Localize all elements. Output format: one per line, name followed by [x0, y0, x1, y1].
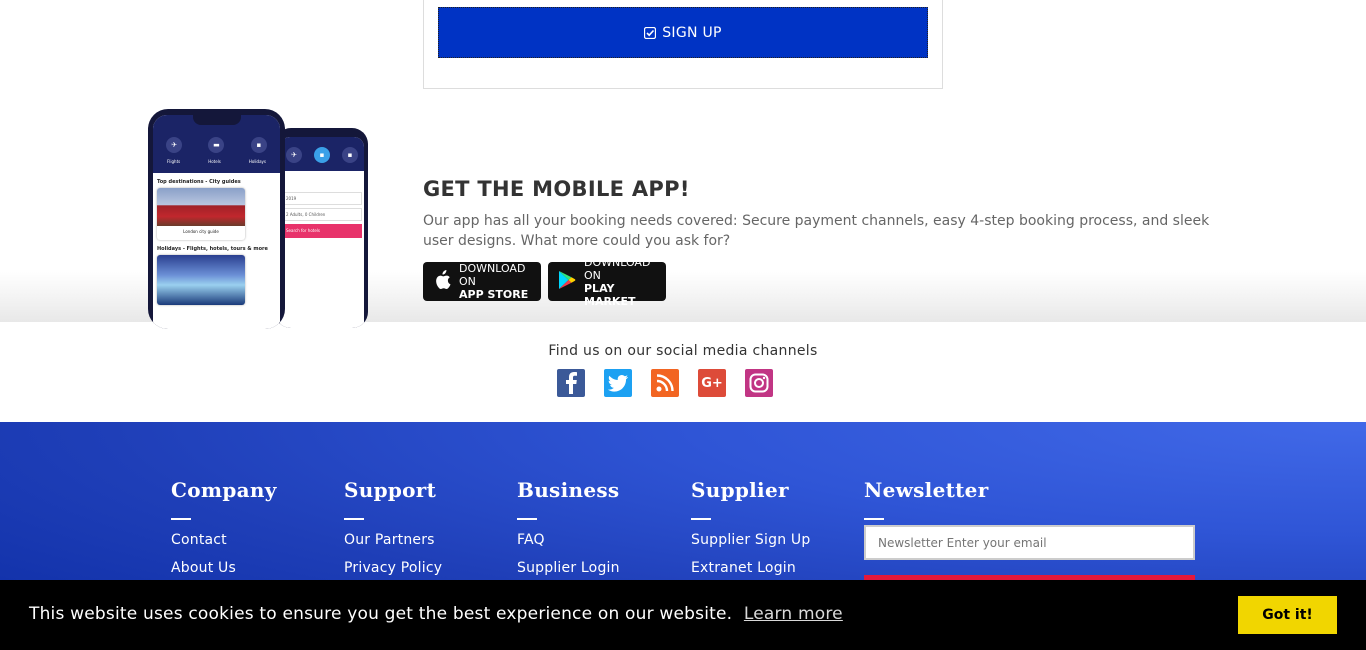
page: SIGN UP ✈ ▪ ▪ 2019 2 Adults, 0 Children … — [0, 0, 1366, 650]
footer-heading-newsletter: Newsletter — [864, 478, 989, 502]
app-store-button[interactable]: DOWNLOAD ON APP STORE — [423, 262, 541, 301]
footer-link-supplier-sign-up[interactable]: Supplier Sign Up — [691, 532, 861, 548]
phone-front-tab-labels: Flights Hotels Holidays — [153, 159, 280, 164]
cookie-accept-button[interactable]: Got it! — [1238, 596, 1337, 634]
phone-front-icons: ✈ ▬ ▪ — [153, 137, 280, 153]
phone-section-city-guides: Top destinations - City guides — [157, 179, 241, 185]
suitcase-icon: ▪ — [342, 147, 358, 163]
footer-column-business: Business FAQ Supplier Login — [517, 478, 687, 588]
plane-icon: ✈ — [286, 147, 302, 163]
footer-link-about-us[interactable]: About Us — [171, 560, 341, 576]
cookie-message: This website uses cookies to ensure you … — [29, 604, 733, 624]
phone-card-caption: London city guide — [183, 229, 219, 234]
checkbox-icon — [644, 26, 657, 39]
phone-back-icons: ✈ ▪ ▪ — [280, 147, 364, 163]
footer-divider — [344, 518, 364, 520]
footer-divider — [691, 518, 711, 520]
phone-tab-holidays: Holidays — [248, 159, 266, 164]
cookie-message-wrap: This website uses cookies to ensure you … — [29, 604, 843, 624]
footer-link-extranet-login[interactable]: Extranet Login — [691, 560, 861, 576]
footer-heading-support: Support — [344, 478, 437, 502]
play-market-small-label: DOWNLOAD ON — [584, 255, 651, 282]
phone-card-london: London city guide — [157, 188, 245, 240]
footer-heading-supplier: Supplier — [691, 478, 789, 502]
play-market-button[interactable]: DOWNLOAD ON PLAY MARKET — [548, 256, 666, 308]
instagram-icon[interactable] — [745, 369, 773, 397]
phone-card-city — [157, 255, 245, 305]
suitcase-icon: ▪ — [250, 137, 267, 153]
cookie-learn-more-link[interactable]: Learn more — [744, 604, 843, 624]
footer-link-contact[interactable]: Contact — [171, 532, 341, 548]
footer-column-newsletter: Newsletter — [864, 478, 1195, 532]
footer-heading-company: Company — [171, 478, 277, 502]
phone-front-header: ✈ ▬ ▪ Flights Hotels Holidays — [153, 115, 280, 173]
phone-back-row-guests: 2 Adults, 0 Children — [282, 208, 362, 221]
london-image — [157, 188, 245, 226]
footer-column-supplier: Supplier Supplier Sign Up Extranet Login — [691, 478, 861, 588]
social-label: Find us on our social media channels — [548, 343, 818, 359]
city-skyline-image — [157, 255, 245, 305]
phone-back-row-dates: 2019 — [282, 192, 362, 205]
social-icons: G+ — [557, 369, 773, 397]
footer-link-our-partners[interactable]: Our Partners — [344, 532, 514, 548]
rss-icon[interactable] — [651, 369, 679, 397]
phone-tab-flights: Flights — [166, 159, 181, 164]
google-play-icon — [558, 270, 576, 294]
hotel-icon: ▪ — [314, 147, 330, 163]
footer-divider — [171, 518, 191, 520]
mobile-app-description: Our app has all your booking needs cover… — [423, 213, 1210, 249]
play-market-big-label: PLAY MARKET — [584, 281, 636, 308]
footer-link-supplier-login[interactable]: Supplier Login — [517, 560, 687, 576]
phone-back-search: Search for hotels — [282, 224, 362, 238]
sign-up-button[interactable]: SIGN UP — [438, 7, 928, 58]
sign-up-label: SIGN UP — [662, 24, 722, 41]
footer-column-company: Company Contact About Us — [171, 478, 341, 588]
app-store-big-label: APP STORE — [459, 288, 529, 301]
phone-section-holidays: Holidays - Flights, hotels, tours & more — [157, 246, 268, 252]
facebook-icon[interactable] — [557, 369, 585, 397]
footer-divider — [517, 518, 537, 520]
footer-divider — [864, 518, 884, 520]
phone-back-screen: ✈ ▪ ▪ 2019 2 Adults, 0 Children Search f… — [280, 137, 364, 328]
footer-heading-business: Business — [517, 478, 620, 502]
footer-link-faq[interactable]: FAQ — [517, 532, 687, 548]
mobile-app-title: GET THE MOBILE APP! — [423, 177, 690, 201]
phone-back-header: ✈ ▪ ▪ — [280, 137, 364, 171]
bed-icon: ▬ — [208, 137, 225, 153]
plane-icon: ✈ — [166, 137, 183, 153]
phone-mockup-front: ✈ ▬ ▪ Flights Hotels Holidays Top destin… — [148, 109, 285, 329]
cookie-banner: This website uses cookies to ensure you … — [0, 580, 1366, 650]
phone-tab-hotels: Hotels — [208, 159, 221, 164]
phone-notch — [193, 115, 241, 125]
footer-column-support: Support Our Partners Privacy Policy — [344, 478, 514, 588]
app-store-small-label: DOWNLOAD ON — [459, 262, 526, 288]
footer-link-privacy-policy[interactable]: Privacy Policy — [344, 560, 514, 576]
newsletter-email-input[interactable] — [864, 525, 1195, 560]
twitter-icon[interactable] — [604, 369, 632, 397]
phone-front-screen: ✈ ▬ ▪ Flights Hotels Holidays Top destin… — [153, 115, 280, 329]
google-plus-icon[interactable]: G+ — [698, 369, 726, 397]
phone-mockup-back: ✈ ▪ ▪ 2019 2 Adults, 0 Children Search f… — [275, 128, 368, 328]
apple-icon — [433, 269, 451, 294]
